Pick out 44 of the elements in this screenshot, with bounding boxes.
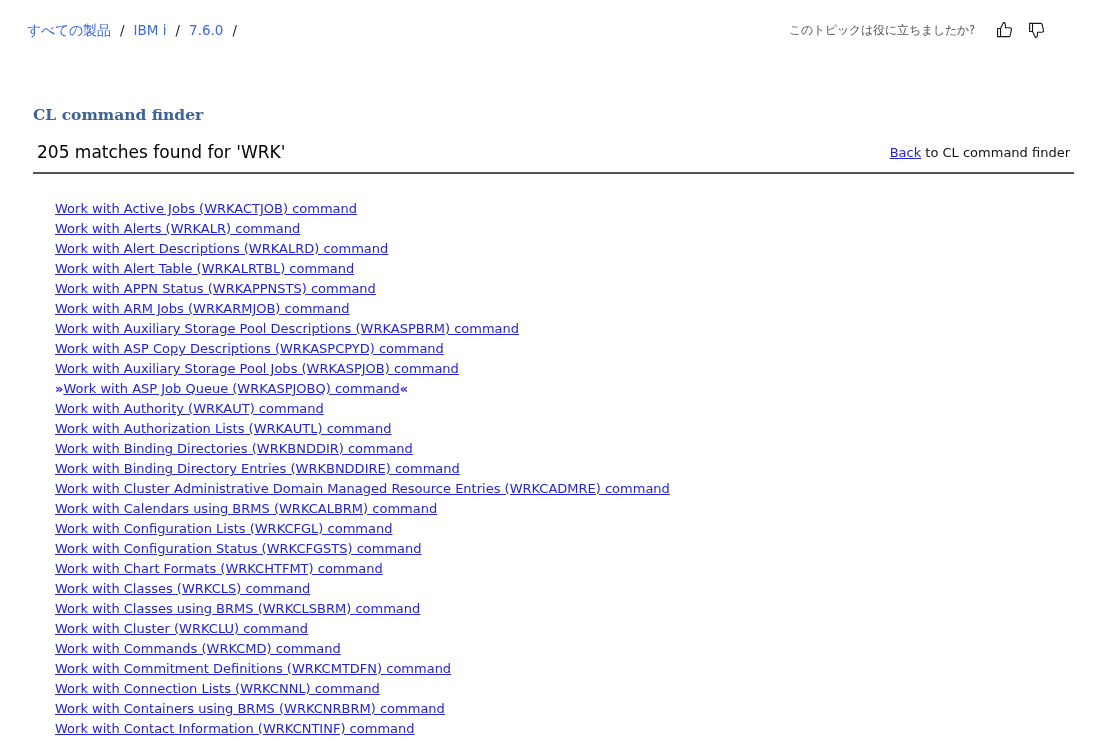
thumbs-up-button[interactable] — [997, 22, 1013, 38]
command-link[interactable]: Work with Active Jobs (WRKACTJOB) command — [55, 199, 358, 219]
command-link[interactable]: Work with Cluster (WRKCLU) command — [55, 619, 309, 639]
breadcrumb-separator: / — [174, 21, 182, 40]
highlight-mark: « — [399, 380, 409, 398]
breadcrumb-link[interactable]: 7.6.0 — [189, 20, 224, 40]
command-link[interactable]: Work with Configuration Lists (WRKCFGL) command — [55, 519, 393, 539]
command-link[interactable]: Work with Auxiliary Storage Pool Jobs (WRKASPJOB) command — [55, 359, 459, 379]
command-link[interactable]: Work with Cluster Administrative Domain Managed Resource Entries (WRKCADMRE) command — [55, 479, 670, 499]
back-link[interactable]: Back — [889, 144, 922, 160]
command-link[interactable]: Work with Classes (WRKCLS) command — [55, 579, 311, 599]
breadcrumb-link[interactable]: IBM i — [133, 20, 167, 40]
command-link[interactable]: Work with Commands (WRKCMD) command — [55, 639, 341, 659]
command-link[interactable]: Work with Authority (WRKAUT) command — [55, 399, 324, 419]
breadcrumb-separator: / — [231, 21, 238, 40]
command-link[interactable]: Work with Chart Formats (WRKCHTFMT) command — [55, 559, 383, 579]
command-link[interactable]: Work with Contact Information (WRKCNTINF) command — [55, 719, 415, 739]
breadcrumb-link[interactable]: すべての製品 — [27, 20, 111, 40]
command-link[interactable]: Work with Classes using BRMS (WRKCLSBRM) command — [55, 599, 421, 619]
command-link[interactable]: Work with Containers using BRMS (WRKCNRBRM) command — [55, 699, 445, 719]
feedback-question: このトピックは役に立ちましたか? — [788, 22, 975, 38]
thumbs-down-icon — [1029, 22, 1045, 38]
back-sentence: Back to CL command finder — [889, 144, 1070, 160]
breadcrumb-separator: / — [119, 21, 126, 40]
command-link[interactable]: Work with ARM Jobs (WRKARMJOB) command — [55, 299, 350, 319]
command-link[interactable]: Work with Authorization Lists (WRKAUTL) command — [55, 419, 392, 439]
command-link[interactable]: Work with ASP Copy Descriptions (WRKASPCPYD) command — [55, 339, 444, 359]
thumbs-down-button[interactable] — [1029, 22, 1045, 38]
command-link[interactable]: Work with Auxiliary Storage Pool Descriptions (WRKASPBRM) command — [55, 319, 520, 339]
command-link[interactable]: Work with Commitment Definitions (WRKCMTDFN) command — [55, 659, 452, 679]
page-title: CL command finder — [33, 105, 204, 125]
command-link[interactable]: Work with Alert Descriptions (WRKALRD) command — [55, 239, 389, 259]
command-link[interactable]: Work with Configuration Status (WRKCFGSTS) command — [55, 539, 422, 559]
command-link[interactable]: Work with Alerts (WRKALR) command — [55, 219, 301, 239]
command-link[interactable]: Work with Binding Directory Entries (WRKBNDDIRE) command — [55, 459, 460, 479]
command-link[interactable]: Work with Connection Lists (WRKCNNL) command — [55, 679, 380, 699]
highlight-mark: » — [55, 380, 64, 398]
command-link[interactable]: Work with APPN Status (WRKAPPNSTS) command — [55, 279, 376, 299]
thumbs-up-icon — [997, 22, 1013, 38]
command-link[interactable]: Work with ASP Job Queue (WRKASPJOBQ) command — [63, 379, 400, 399]
results-heading: 205 matches found for 'WRK' — [37, 141, 286, 164]
command-link[interactable]: Work with Alert Table (WRKALRTBL) command — [55, 259, 355, 279]
command-link[interactable]: Work with Calendars using BRMS (WRKCALBRM) command — [55, 499, 438, 519]
command-link[interactable]: Work with Binding Directories (WRKBNDDIR) command — [55, 439, 413, 459]
